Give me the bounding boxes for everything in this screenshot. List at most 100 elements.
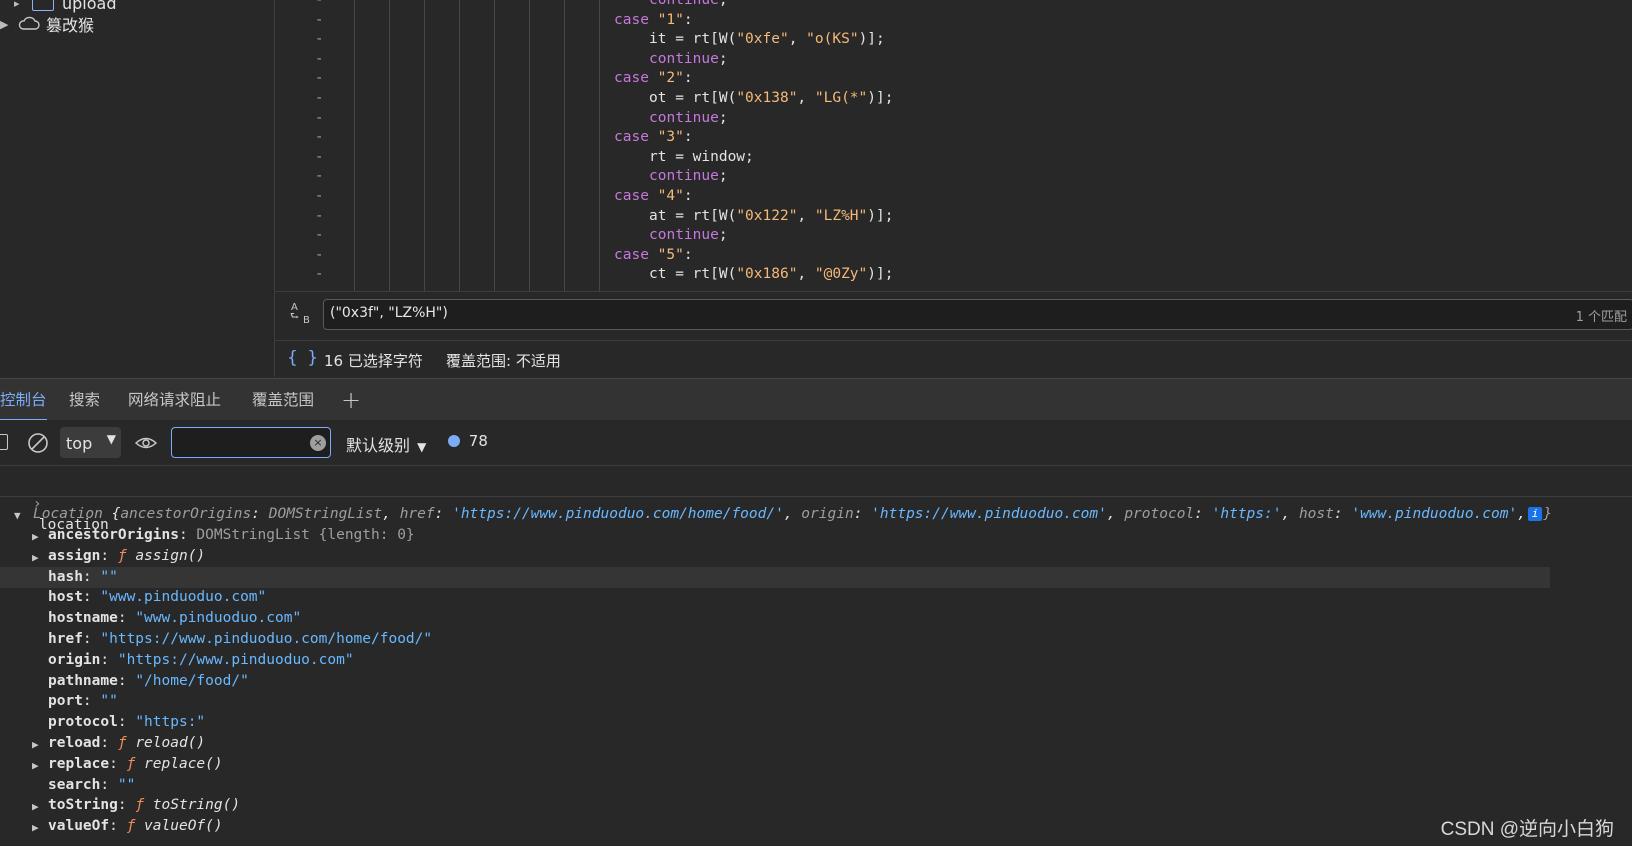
watermark: CSDN @逆向小白狗	[1440, 819, 1614, 840]
folder-icon	[32, 0, 54, 11]
property-value: assign()	[135, 547, 206, 564]
indent-guide	[354, 0, 355, 291]
property-value: ""	[100, 693, 118, 710]
editor-status-bar: { } 16 已选择字符 覆盖范围: 不适用	[275, 340, 1632, 378]
match-case-icon[interactable]: A ⮑ B	[289, 302, 313, 328]
code-token: "LZ%H"	[814, 207, 868, 224]
summary-value: 'www.pinduoduo.com'	[1351, 506, 1518, 522]
code-line: continue;	[649, 0, 728, 8]
tree-item-tampermonkey[interactable]: ▶ 篡改猴	[0, 13, 94, 35]
indent-guide	[494, 0, 495, 291]
sidebar-toggle-icon[interactable]	[0, 434, 8, 450]
property-key: pathname	[48, 672, 118, 689]
search-query: ("0x3f", "LZ%H")	[330, 305, 448, 321]
pretty-print-icon[interactable]: { }	[287, 348, 320, 368]
clear-console-icon[interactable]	[27, 432, 49, 458]
match-count: 1 个匹配	[1575, 310, 1627, 325]
code-token: "3"	[657, 129, 684, 146]
code-token: continue	[649, 0, 719, 8]
summary-key: host	[1298, 506, 1334, 522]
code-token: "@0Zy"	[814, 266, 868, 283]
filter-text-input[interactable]	[176, 432, 300, 454]
code-token: ,	[788, 31, 807, 48]
console-filter-input[interactable]: ×	[171, 427, 331, 458]
code-token: ,	[797, 207, 815, 224]
summary-value: 'https:'	[1211, 506, 1282, 522]
gutter-marker: -	[315, 168, 324, 185]
coverage-info: 覆盖范围: 不适用	[446, 352, 561, 370]
code-token: ;	[718, 0, 728, 8]
code-line: case "1":	[614, 12, 693, 28]
code-token: "4"	[657, 188, 684, 204]
search-input[interactable]: ("0x3f", "LZ%H") 1 个匹配	[323, 299, 1632, 330]
tab-network-request-blocking[interactable]: 网络请求阻止	[128, 379, 221, 421]
code-line: ct = rt[W("0x186", "@0Zy")];	[649, 266, 893, 282]
console-output[interactable]: › location ▼ Location {ancestorOrigins: D…	[0, 466, 1632, 846]
property-key: assign	[48, 547, 101, 564]
indent-guide	[459, 0, 460, 291]
expand-arrow-icon[interactable]: ▶	[32, 817, 39, 838]
expand-arrow-icon[interactable]: ▼	[14, 505, 21, 526]
tab-coverage[interactable]: 覆盖范围	[252, 379, 314, 421]
collapse-arrow-icon[interactable]: ▸	[14, 0, 28, 10]
context-selector[interactable]: top ▼	[60, 427, 121, 458]
expand-arrow-icon[interactable]: ▶	[32, 526, 39, 547]
object-class: Location	[33, 506, 103, 522]
summary-key: origin	[801, 506, 854, 522]
code-line: at = rt[W("0x122", "LZ%H")];	[649, 208, 893, 224]
message-count: 78	[468, 432, 488, 450]
code-token: continue	[649, 109, 719, 126]
info-icon[interactable]: i	[1528, 507, 1542, 521]
log-level-dropdown[interactable]: 默认级别 ▼	[346, 432, 426, 456]
code-token: :	[683, 188, 693, 204]
property-value: ""	[100, 568, 118, 585]
add-tab-button[interactable]: +	[341, 379, 361, 421]
property-value: DOMStringList {length: 0}	[196, 527, 415, 543]
message-count-badge[interactable]: 78	[448, 432, 488, 450]
code-token: "o(KS"	[806, 31, 859, 48]
function-icon: ƒ	[126, 755, 136, 772]
function-icon: ƒ	[126, 818, 136, 835]
drawer-tab-bar: 控制台 搜索 网络请求阻止 覆盖范围 +	[0, 378, 1632, 421]
property-value: valueOf()	[144, 818, 223, 835]
code-token: ;	[718, 109, 728, 126]
clear-filter-icon[interactable]: ×	[310, 435, 326, 451]
expand-arrow-icon[interactable]: ▶	[32, 755, 39, 776]
expand-arrow-icon[interactable]: ▶	[0, 18, 18, 31]
dropdown-arrow-icon: ▼	[106, 432, 116, 446]
expand-arrow-icon[interactable]: ▶	[32, 796, 39, 817]
code-token: case	[614, 188, 658, 204]
property-key: search	[48, 776, 101, 793]
expand-arrow-icon[interactable]: ▶	[32, 734, 39, 755]
context-value: top	[66, 434, 93, 453]
code-line: rt = window;	[649, 149, 754, 165]
expand-arrow-icon[interactable]: ▶	[32, 547, 39, 568]
property-value: reload()	[135, 735, 206, 751]
property-key: host	[48, 589, 83, 606]
property-value: replace()	[144, 755, 223, 772]
gutter-marker: -	[315, 246, 324, 263]
indent-guide	[564, 0, 565, 291]
property-key: valueOf	[48, 818, 110, 835]
dropdown-arrow-icon: ▼	[417, 440, 427, 454]
summary-value: 'https://www.pinduoduo.com/home/food/'	[452, 506, 784, 522]
code-line: continue;	[649, 168, 728, 184]
live-expression-eye-icon[interactable]	[134, 433, 158, 457]
message-bubble-icon	[448, 435, 460, 447]
code-line: continue;	[649, 51, 728, 67]
tab-console[interactable]: 控制台	[0, 379, 47, 421]
code-editor[interactable]: - - - - - - - - - - - - - - - continue; case "1": it = r…	[275, 0, 1632, 291]
code-token: "0x122"	[736, 207, 798, 224]
file-navigator: ▸ upload ▶ 篡改猴	[0, 0, 275, 377]
tab-search[interactable]: 搜索	[69, 379, 100, 421]
code-token: case	[614, 129, 658, 146]
property-value: "/home/food/"	[135, 672, 249, 689]
property-key: replace	[48, 755, 110, 772]
code-token: :	[683, 70, 693, 87]
gutter-marker: -	[315, 70, 324, 87]
property-key: protocol	[48, 714, 118, 731]
code-token: case	[614, 70, 658, 87]
gutter-marker: -	[315, 50, 324, 67]
source-search-bar: A ⮑ B ("0x3f", "LZ%H") 1 个匹配	[275, 291, 1632, 341]
code-token: "5"	[657, 246, 684, 263]
